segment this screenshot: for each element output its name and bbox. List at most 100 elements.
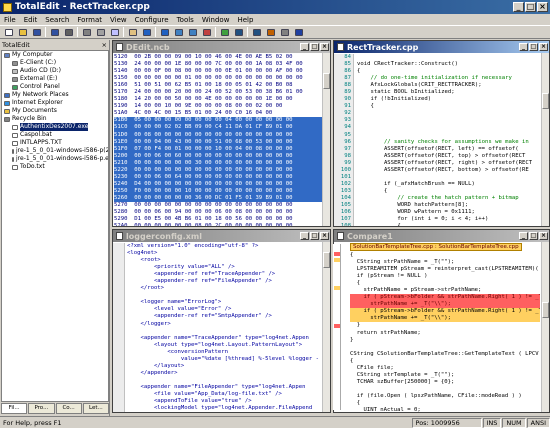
cut-icon[interactable]: [95, 27, 106, 37]
tree-item[interactable]: jre-1_5_0_01-windows-i586-p.exe: [2, 155, 108, 163]
redo-icon[interactable]: [159, 27, 170, 37]
compare-content[interactable]: { CString strPathName = _T(""); LPSTREAM…: [350, 252, 540, 412]
file-icon: [12, 132, 18, 138]
replace-icon[interactable]: [201, 27, 212, 37]
explorer-tab[interactable]: Co...: [55, 403, 82, 414]
close-pane-icon[interactable]: ×: [102, 41, 107, 49]
minimize-button[interactable]: _: [300, 43, 309, 51]
hex-row: 5280 00 00 06 00 94 00 00 00 06 00 08 00…: [114, 209, 293, 216]
menu-search[interactable]: Search: [45, 16, 69, 24]
outdent-icon[interactable]: [251, 27, 262, 37]
close-button[interactable]: ×: [539, 232, 548, 240]
new-file-icon[interactable]: [3, 27, 14, 37]
tree-item[interactable]: Audio CD (D:): [2, 67, 108, 75]
copy-icon[interactable]: [109, 27, 120, 37]
line-number: 108: [334, 223, 351, 226]
ie-icon: [4, 100, 10, 106]
minimize-button[interactable]: _: [519, 43, 528, 51]
maximize-button[interactable]: □: [310, 43, 319, 51]
menu-file[interactable]: File: [4, 16, 16, 24]
save-all-icon[interactable]: [49, 27, 60, 37]
compare-window-titlebar[interactable]: Compare1 _ □ ×: [334, 230, 549, 242]
maximize-button[interactable]: □: [529, 232, 538, 240]
explorer-pane-title: TotalEdit: [2, 40, 30, 49]
explorer-tab[interactable]: Pro...: [28, 403, 55, 414]
code-line: // create the hatch pattern + bitmap: [357, 194, 519, 201]
minimize-button[interactable]: _: [519, 232, 528, 240]
find-icon[interactable]: [173, 27, 184, 37]
explorer-pane: TotalEdit × My Computer E-Client (C:) Audi…: [0, 40, 110, 416]
diff-overview-bar[interactable]: [333, 244, 341, 410]
tree-item-label: jre-1_5_0_01-windows-i586-p(2).exe: [16, 147, 109, 154]
hex-row: 51B0 05 00 00 00 00 00 00 00 00 04 00 00…: [114, 117, 322, 125]
save-icon[interactable]: [31, 27, 42, 37]
cpp-window-titlebar[interactable]: RectTracker.cpp _ □ ×: [334, 41, 549, 53]
close-button[interactable]: ×: [539, 43, 548, 51]
close-button[interactable]: ×: [537, 2, 548, 12]
close-button[interactable]: ×: [320, 43, 329, 51]
bookmark-icon[interactable]: [219, 27, 230, 37]
indent-icon[interactable]: [233, 27, 244, 37]
tree-item[interactable]: External (E:): [2, 75, 108, 83]
maximize-button[interactable]: □: [525, 2, 536, 12]
hex-content[interactable]: 5120 00 2B 00 00 09 00 10 00 46 00 4E 00…: [114, 54, 322, 226]
code-line: {: [357, 68, 361, 75]
window-controls: _ □ ×: [513, 2, 550, 12]
tree-item[interactable]: My Computer: [2, 51, 108, 59]
menu-window[interactable]: Window: [202, 16, 230, 24]
cpp-scrollbar[interactable]: [541, 53, 549, 226]
app-titlebar[interactable]: TotalEdit - RectTracker.cpp _ □ ×: [0, 0, 550, 14]
compare-icon[interactable]: [265, 27, 276, 37]
code-line: ASSERT(offsetof(RECT, right) > offsetof(…: [357, 159, 533, 166]
menu-view[interactable]: View: [110, 16, 127, 24]
paste-icon[interactable]: [127, 27, 138, 37]
menu-configure[interactable]: Configure: [135, 16, 169, 24]
xml-content[interactable]: <?xml version="1.0" encoding="utf-8" ?> <…: [127, 243, 322, 412]
tree-item[interactable]: jre-1_5_0_01-windows-i586-p(2).exe: [2, 147, 108, 155]
line-number: 94: [344, 124, 351, 131]
tree-item[interactable]: Internet Explorer: [2, 99, 108, 107]
maximize-button[interactable]: □: [310, 232, 319, 240]
code-line: <appender name="FileAppender" type="log4…: [127, 383, 306, 390]
tree-item[interactable]: Recycle Bin: [2, 115, 108, 123]
minimize-button[interactable]: _: [513, 2, 524, 12]
close-button[interactable]: ×: [320, 232, 329, 240]
menu-tools[interactable]: Tools: [177, 16, 194, 24]
hex-row: 5130 24 00 00 00 1E 80 00 00 7C 00 00 00…: [114, 61, 303, 68]
explorer-tab[interactable]: Let...: [82, 403, 109, 414]
maximize-button[interactable]: □: [529, 43, 538, 51]
undo-icon[interactable]: [141, 27, 152, 37]
minimize-button[interactable]: _: [300, 232, 309, 240]
cpp-content[interactable]: void CRectTracker::Construct(){ // do on…: [357, 54, 541, 226]
tree-item[interactable]: INTLAPPS.TXT: [2, 139, 108, 147]
help-icon[interactable]: [293, 27, 304, 37]
file-icon: [12, 124, 18, 130]
tree-item[interactable]: Caspol.bat: [2, 131, 108, 139]
menu-help[interactable]: Help: [237, 16, 253, 24]
line-number: 88: [344, 82, 351, 89]
menu-edit[interactable]: Edit: [24, 16, 38, 24]
find-next-icon[interactable]: [187, 27, 198, 37]
hex-window-titlebar[interactable]: DEdit.ncb _ □ ×: [113, 41, 330, 53]
xml-window-titlebar[interactable]: loggerconfig.xml _ □ ×: [113, 230, 330, 242]
print-preview-icon[interactable]: [81, 27, 92, 37]
hex-row: 51E0 00 00 04 00 43 00 00 00 51 00 68 00…: [114, 138, 322, 146]
tree-item[interactable]: AuthentixDes2007.exe: [2, 123, 108, 131]
tree-item[interactable]: My Network Places: [2, 91, 108, 99]
open-folder-icon[interactable]: [17, 27, 28, 37]
tree-item[interactable]: Control Panel: [2, 83, 108, 91]
settings-icon[interactable]: [279, 27, 290, 37]
print-icon[interactable]: [63, 27, 74, 37]
hex-scrollbar[interactable]: [322, 53, 330, 226]
tree-item[interactable]: My Documents: [2, 107, 108, 115]
hex-row: 5210 00 00 00 00 00 00 30 00 00 00 00 00…: [114, 159, 322, 167]
compare-scrollbar[interactable]: [541, 242, 549, 412]
code-line: static BOOL bInitialized;: [357, 89, 455, 96]
tree-item[interactable]: ToDo.txt: [2, 163, 108, 171]
line-number: 100: [340, 166, 351, 173]
tree-item[interactable]: E-Client (C:): [2, 59, 108, 67]
explorer-tab[interactable]: Fil...: [1, 403, 28, 414]
xml-scrollbar[interactable]: [322, 242, 330, 412]
menu-format[interactable]: Format: [77, 16, 102, 24]
